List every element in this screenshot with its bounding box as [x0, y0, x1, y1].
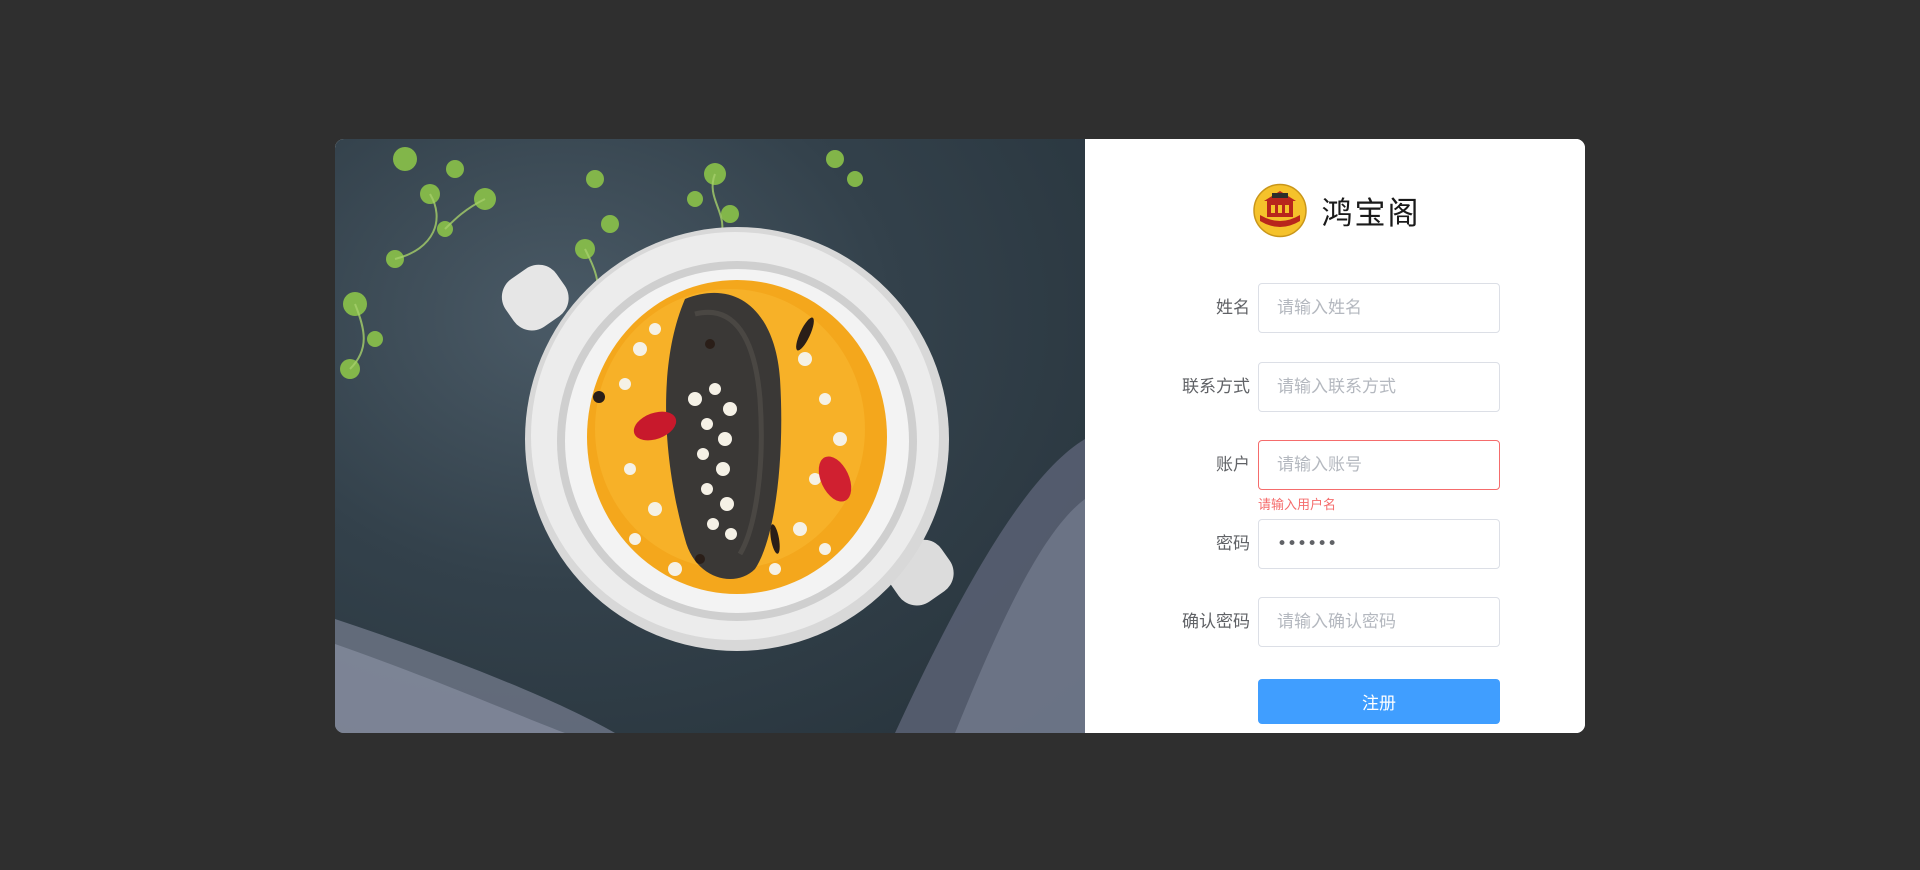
hotel-logo-icon: [1252, 183, 1307, 238]
register-button[interactable]: 注册: [1258, 679, 1500, 724]
account-input[interactable]: [1258, 440, 1500, 490]
confirm-password-label: 确认密码: [1182, 612, 1250, 632]
register-form-pane: 鸿宝阁 姓名 联系方式 账户 请输入用户名 密码 确认密码 注册: [1085, 139, 1585, 733]
confirm-password-input[interactable]: [1258, 597, 1500, 647]
name-label: 姓名: [1216, 298, 1250, 318]
password-row: 密码: [1085, 519, 1585, 569]
contact-input[interactable]: [1258, 362, 1500, 412]
contact-label: 联系方式: [1182, 377, 1250, 397]
account-error-message: 请输入用户名: [1258, 498, 1337, 513]
food-photo: [335, 139, 1085, 733]
password-label: 密码: [1216, 534, 1250, 554]
account-label: 账户: [1216, 455, 1250, 475]
brand-name: 鸿宝阁: [1321, 196, 1421, 232]
account-row: 账户 请输入用户名: [1085, 440, 1585, 513]
password-input[interactable]: [1258, 519, 1500, 569]
soup-bowl-illustration: [335, 147, 1085, 733]
contact-row: 联系方式: [1085, 362, 1585, 412]
confirm-password-row: 确认密码: [1085, 597, 1585, 647]
register-card: 鸿宝阁 姓名 联系方式 账户 请输入用户名 密码 确认密码 注册: [335, 139, 1585, 733]
name-input[interactable]: [1258, 283, 1500, 333]
brand-header: 鸿宝阁: [1085, 183, 1585, 238]
name-row: 姓名: [1085, 283, 1585, 333]
